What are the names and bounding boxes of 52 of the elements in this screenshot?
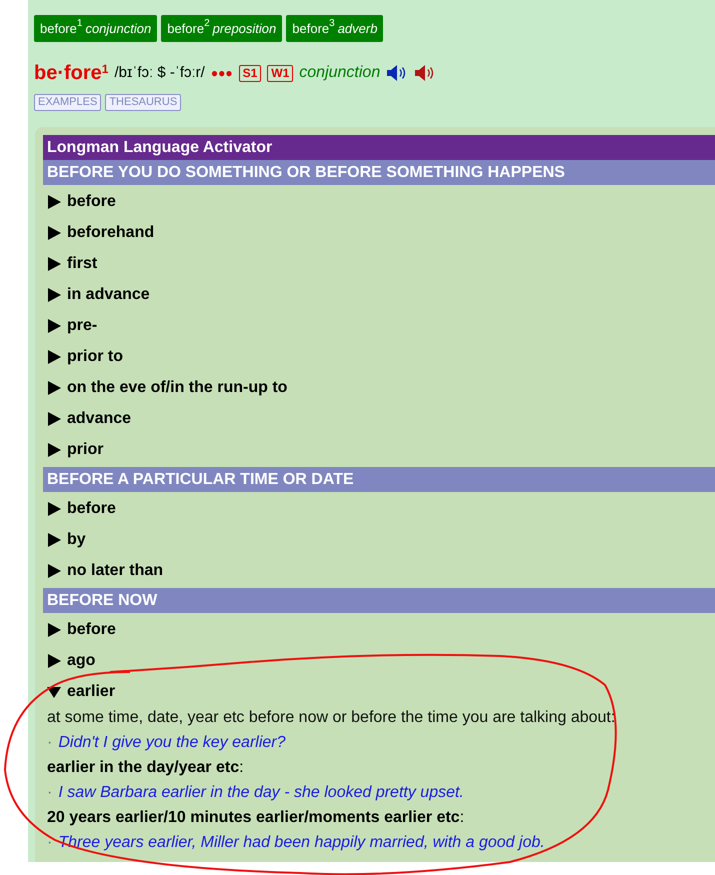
section-heading: BEFORE NOW	[43, 588, 715, 613]
right-triangle-icon[interactable]	[47, 654, 61, 668]
definition-text: at some time, date, year etc before now or before the time you are talking about:	[47, 708, 616, 728]
right-triangle-icon[interactable]	[47, 288, 61, 302]
entry-tab[interactable]: before$^{3}$ adverb	[286, 15, 384, 42]
activator-item[interactable]: before	[67, 618, 116, 642]
right-triangle-icon[interactable]	[47, 380, 61, 394]
down-triangle-icon[interactable]	[47, 684, 61, 698]
activator-item[interactable]: prior	[67, 438, 104, 462]
right-triangle-icon[interactable]	[47, 256, 61, 270]
right-triangle-icon[interactable]	[47, 412, 61, 426]
frequency-badge: S1	[238, 64, 262, 82]
activator-item[interactable]: earlier	[67, 680, 116, 704]
example-sentence: Didn't I give you the key earlier?	[58, 733, 286, 753]
activator-item[interactable]: beforehand	[67, 220, 154, 244]
activator-item[interactable]: advance	[67, 406, 132, 430]
pronunciation: /bɪˈfɔː $ -ˈfɔːr/	[114, 62, 205, 83]
right-triangle-icon[interactable]	[47, 502, 61, 516]
right-triangle-icon[interactable]	[47, 226, 61, 240]
right-triangle-icon[interactable]	[47, 442, 61, 456]
section-heading: BEFORE YOU DO SOMETHING OR BEFORE SOMETHING HAPPENS	[43, 160, 715, 185]
part-of-speech: conjunction	[299, 63, 380, 83]
right-triangle-icon[interactable]	[47, 564, 61, 578]
example-sentence: I saw Barbara earlier in the day - she looked pretty upset.	[58, 783, 464, 803]
section-heading: BEFORE A PARTICULAR TIME OR DATE	[43, 467, 715, 492]
right-triangle-icon[interactable]	[47, 194, 61, 208]
right-triangle-icon[interactable]	[47, 318, 61, 332]
headword: be·fore$^{1}$	[34, 61, 108, 86]
activator-item[interactable]: pre-	[67, 314, 98, 338]
activator-item[interactable]: prior to	[67, 344, 123, 368]
activator-item[interactable]: by	[67, 528, 86, 552]
activator-item[interactable]: on the eve of/in the run-up to	[67, 376, 288, 400]
right-triangle-icon[interactable]	[47, 532, 61, 546]
panel-title: Longman Language Activator	[43, 135, 715, 160]
frequency-dots: ●●●	[210, 65, 233, 82]
activator-item[interactable]: ago	[67, 648, 96, 672]
right-triangle-icon[interactable]	[47, 350, 61, 364]
example-sentence: Three years earlier, Miller had been happily married, with a good job.	[58, 833, 545, 853]
frequency-badge: W1	[267, 64, 294, 82]
activator-item[interactable]: before	[67, 496, 116, 520]
entry-tab[interactable]: before$^{1}$ conjunction	[34, 15, 158, 42]
entry-tab[interactable]: before$^{2}$ preposition	[161, 15, 282, 42]
usage-pattern: 20 years earlier/10 minutes earlier/moments earlier etc:	[47, 808, 466, 828]
bullet: ·	[47, 783, 52, 803]
activator-item[interactable]: no later than	[67, 558, 164, 582]
usage-pattern: earlier in the day/year etc:	[47, 758, 245, 778]
activator-item[interactable]: first	[67, 252, 98, 276]
bullet: ·	[47, 733, 52, 753]
activator-item[interactable]: in advance	[67, 282, 150, 306]
activator-item[interactable]: before	[67, 190, 116, 214]
right-triangle-icon[interactable]	[47, 622, 61, 636]
bullet: ·	[47, 833, 52, 853]
